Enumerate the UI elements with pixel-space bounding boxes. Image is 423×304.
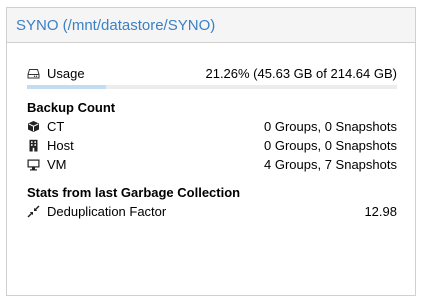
gc-value-dedup: 12.98 <box>364 204 397 219</box>
usage-label: Usage <box>47 66 85 81</box>
usage-row: Usage 21.26% (45.63 GB of 214.64 GB) <box>27 64 397 83</box>
panel-title: SYNO (/mnt/datastore/SYNO) <box>16 16 216 34</box>
gc-label-dedup: Deduplication Factor <box>47 204 167 219</box>
desktop-icon <box>27 158 40 171</box>
backup-row-vm: VM 4 Groups, 7 Snapshots <box>27 155 397 174</box>
usage-progress-fill <box>27 85 106 89</box>
backup-row-host: Host 0 Groups, 0 Snapshots <box>27 136 397 155</box>
panel-header: SYNO (/mnt/datastore/SYNO) <box>7 8 415 43</box>
cube-icon <box>27 120 40 133</box>
gc-stats-heading: Stats from last Garbage Collection <box>27 185 241 200</box>
datastore-panel: SYNO (/mnt/datastore/SYNO) Usage 21.26% … <box>6 7 416 296</box>
backup-value-host: 0 Groups, 0 Snapshots <box>264 138 397 153</box>
backup-label-ct: CT <box>47 119 65 134</box>
compress-icon <box>27 205 40 218</box>
backup-value-ct: 0 Groups, 0 Snapshots <box>264 119 397 134</box>
backup-row-ct: CT 0 Groups, 0 Snapshots <box>27 117 397 136</box>
usage-progress-bar <box>27 85 397 89</box>
usage-value: 21.26% (45.63 GB of 214.64 GB) <box>205 66 397 81</box>
backup-label-host: Host <box>47 138 74 153</box>
backup-count-heading: Backup Count <box>27 100 116 115</box>
backup-value-vm: 4 Groups, 7 Snapshots <box>264 157 397 172</box>
backup-label-vm: VM <box>47 157 67 172</box>
building-icon <box>27 139 40 152</box>
panel-body: Usage 21.26% (45.63 GB of 214.64 GB) Bac… <box>7 64 415 221</box>
hdd-icon <box>27 67 40 80</box>
gc-row-dedup: Deduplication Factor 12.98 <box>27 202 397 221</box>
